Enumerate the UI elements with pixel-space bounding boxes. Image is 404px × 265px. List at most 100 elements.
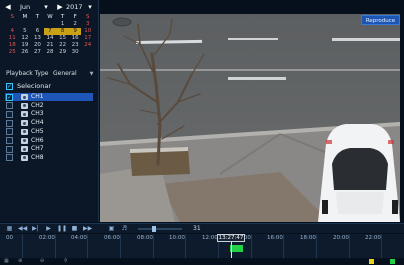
channel-checkbox[interactable] (6, 128, 13, 136)
calendar-day[interactable]: 26 (19, 49, 32, 56)
month-dropdown-arrow[interactable]: ▾ (42, 3, 50, 12)
timeline-gridline (349, 234, 350, 258)
timeline-gridline (120, 234, 121, 258)
channel-item-ch8[interactable]: CH8 (5, 154, 93, 162)
calendar-weekdays: SMTWTFS (6, 14, 94, 21)
channel-label: CH5 (31, 127, 44, 135)
weekday-label: M (22, 14, 28, 20)
calendar-day[interactable]: 17 (81, 35, 94, 42)
volume-slider[interactable] (138, 228, 182, 230)
calendar-day[interactable]: 14 (44, 35, 57, 42)
snapshot-icon[interactable]: ▣ (107, 225, 116, 233)
calendar-day[interactable]: 9 (68, 28, 82, 35)
calendar-day[interactable]: 29 (56, 49, 69, 56)
select-all-checkbox[interactable]: ✓ (6, 83, 13, 90)
calendar-day[interactable]: 21 (44, 42, 57, 49)
calendar-day[interactable]: 2 (69, 21, 82, 28)
channel-checkbox[interactable] (6, 137, 13, 144)
timeline-gridline (185, 234, 186, 258)
search-icon[interactable]: ⚲ (64, 258, 68, 265)
video-playback-view[interactable]: Reproduce (100, 14, 400, 222)
channel-item-ch5[interactable]: CH5 (5, 128, 93, 136)
channel-checkbox[interactable] (6, 119, 13, 127)
pause-icon[interactable]: ❚❚ (57, 225, 67, 233)
playback-type: Playback Type General (6, 70, 77, 78)
calendar-day[interactable]: 4 (6, 28, 19, 35)
select-all-row[interactable]: ✓ Selecionar (5, 82, 93, 91)
volume-slider-handle[interactable] (152, 226, 156, 232)
calendar-day[interactable]: 22 (56, 42, 69, 49)
layout-icon[interactable]: ▦ (5, 225, 14, 233)
channel-item-ch7[interactable]: CH7 (5, 145, 93, 153)
channel-checkbox[interactable] (6, 110, 13, 118)
calendar-day[interactable]: 18 (6, 42, 19, 49)
stop-icon[interactable]: ■ (70, 225, 79, 233)
chevron-down-icon[interactable]: ▼ (88, 71, 95, 77)
calendar-day[interactable]: 6 (31, 28, 44, 35)
calendar-day[interactable]: 15 (56, 35, 69, 42)
fast-forward-icon[interactable]: ▶▶ (83, 225, 92, 233)
calendar-week: 25 26 27 28 29 30 (6, 49, 94, 56)
channel-item-ch1[interactable]: ✓ CH1 (5, 93, 93, 101)
channel-item-ch6[interactable]: CH6 (5, 137, 93, 145)
cursor-time-label: 13:27:47 (217, 234, 245, 242)
zoom-out-icon[interactable]: ⊖ (40, 258, 44, 265)
calendar-day[interactable]: 30 (69, 49, 82, 56)
calendar-day[interactable]: 19 (19, 42, 32, 49)
channel-checkbox[interactable] (6, 102, 13, 110)
prev-month-arrow[interactable]: ◀ (4, 3, 12, 12)
calendar-day[interactable]: 12 (19, 35, 32, 42)
calendar-day[interactable]: 7 (43, 28, 57, 35)
calendar-day (6, 21, 19, 28)
timeline-gridline (283, 234, 284, 258)
channel-item-ch2[interactable]: CH2 (5, 102, 93, 110)
channel-checkbox[interactable] (6, 145, 13, 153)
year-label[interactable]: 2017 (66, 3, 83, 12)
motion-legend-swatch (369, 259, 374, 264)
calendar-day[interactable]: 11 (6, 35, 19, 42)
channel-checkbox[interactable]: ✓ (6, 93, 13, 101)
channel-label: CH2 (31, 101, 44, 109)
weekday-label: S (10, 14, 15, 20)
calendar-day[interactable]: 13 (31, 35, 44, 42)
footer-bar: ▦ ⊕ ⊖ ⚲ (0, 258, 404, 265)
zoom-in-icon[interactable]: ⊕ (18, 258, 22, 265)
channel-checkbox[interactable] (6, 154, 13, 162)
layout-icon[interactable]: ▦ (4, 258, 9, 265)
calendar-day (81, 49, 94, 56)
rewind-icon[interactable]: ◀◀ (18, 225, 27, 233)
calendar-day[interactable]: 8 (56, 28, 69, 35)
timeline-tick-label: 04:00 (71, 235, 87, 241)
calendar-day[interactable]: 20 (31, 42, 44, 49)
calendar-grid: S M T W T F S 1 2 3 4 5 6 7 8 9 10 11 12 13 14 15 16 17 18 19 20 21… (6, 14, 94, 56)
camera-icon (21, 102, 28, 109)
weekday-label: T (60, 14, 65, 20)
calendar-day[interactable]: 3 (81, 21, 94, 28)
playback-type-select[interactable]: General (53, 70, 77, 78)
slow-icon[interactable]: ▶| (31, 225, 40, 233)
camera-icon (21, 128, 28, 135)
weekday-label: T (35, 14, 40, 20)
calendar-day[interactable]: 23 (69, 42, 82, 49)
calendar-day[interactable]: 25 (6, 49, 19, 56)
channel-item-ch3[interactable]: CH3 (5, 110, 93, 118)
next-month-arrow[interactable]: ▶ (56, 3, 64, 12)
calendar-day[interactable]: 24 (81, 42, 94, 49)
timeline-gridline (251, 234, 252, 258)
volume-icon[interactable]: ♬ (120, 225, 129, 233)
calendar-day[interactable]: 1 (56, 21, 69, 28)
timeline-tick-label: 08:00 (137, 235, 153, 241)
play-icon[interactable]: ▶ (44, 225, 53, 233)
playback-toolbar: ▦ ◀◀ ▶| ▶ ❚❚ ■ ▶▶ ▣ ♬ 31 (0, 223, 404, 233)
timeline[interactable]: 0002:0004:0006:0008:0010:0012:0014:0016:… (0, 234, 404, 258)
calendar-day[interactable]: 10 (81, 28, 94, 35)
calendar-day[interactable]: 16 (69, 35, 82, 42)
timeline-tick-label: 10:00 (169, 235, 185, 241)
timeline-tick-label: 00 (6, 235, 13, 241)
calendar-day[interactable]: 27 (31, 49, 44, 56)
month-label[interactable]: Jun (20, 3, 30, 12)
year-dropdown-arrow[interactable]: ▾ (86, 3, 94, 12)
channel-item-ch4[interactable]: CH4 (5, 119, 93, 127)
calendar-day[interactable]: 28 (44, 49, 57, 56)
calendar-day[interactable]: 5 (19, 28, 32, 35)
